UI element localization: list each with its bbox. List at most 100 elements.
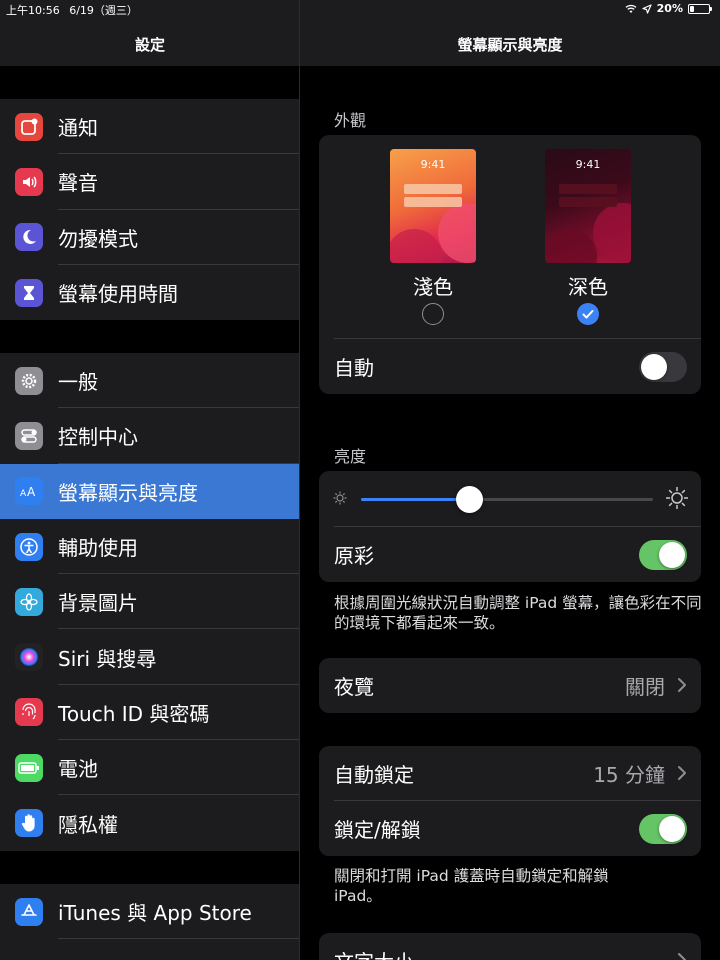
true-tone-footnote: 根據周圍光線狀況自動調整 iPad 螢幕，讓色彩在不同的環境下都看起來一致。 [334, 594, 702, 632]
automatic-appearance-toggle[interactable] [639, 351, 687, 382]
svg-text:A: A [20, 489, 27, 498]
brightness-slider-thumb[interactable] [456, 486, 484, 513]
app-store-icon [15, 897, 43, 926]
light-mode-thumbnail[interactable]: 9:41 [390, 149, 476, 263]
brightness-low-icon [333, 491, 347, 505]
chevron-right-icon [678, 678, 686, 692]
automatic-appearance-row: 自動 [319, 339, 701, 394]
sidebar-item-touch-id-passcode[interactable]: Touch ID 與密碼 [0, 685, 299, 741]
sidebar-item-battery[interactable]: 電池 [0, 740, 299, 796]
appearance-section-label: 外觀 [334, 111, 367, 130]
privacy-hand-icon [15, 809, 43, 838]
sidebar-item-control-center[interactable]: 控制中心 [0, 408, 299, 464]
sidebar-item-label: iTunes 與 App Store [58, 901, 252, 926]
appearance-picker: 9:41 9:41 淺色 深色 [319, 135, 701, 339]
checkmark-icon [582, 310, 594, 319]
true-tone-row: 原彩 [319, 527, 701, 582]
battery-icon [15, 753, 43, 782]
chevron-right-icon [678, 953, 686, 960]
night-shift-row[interactable]: 夜覽 關閉 [319, 658, 701, 713]
display-brightness-icon: AA [15, 477, 43, 506]
text-size-card: 文字大小 [319, 933, 701, 960]
sidebar-group-3: iTunes 與 App Store [0, 884, 299, 960]
sidebar-item-label: 通知 [58, 116, 98, 141]
brightness-card: 原彩 [319, 471, 701, 582]
night-shift-card: 夜覽 關閉 [319, 658, 701, 713]
auto-lock-label: 自動鎖定 [334, 763, 414, 787]
battery-percent: 20% [656, 2, 683, 15]
location-arrow-icon [642, 3, 652, 14]
dark-mode-thumbnail[interactable]: 9:41 [545, 149, 631, 263]
sounds-icon [15, 167, 43, 196]
screen-time-icon [15, 278, 43, 307]
settings-sidebar: 設定 通知 聲音 勿擾模式 螢幕使用時間 一般 控制中心 A A 螢幕顯示與亮度… [0, 0, 300, 960]
text-size-label: 文字大小 [334, 946, 414, 960]
lock-card: 自動鎖定 15 分鐘 鎖定/解鎖 [319, 746, 701, 856]
brightness-slider-row [319, 471, 701, 527]
control-center-icon [15, 421, 43, 450]
sidebar-item-screen-time[interactable]: 螢幕使用時間 [0, 265, 299, 320]
general-gear-icon [15, 366, 43, 395]
sidebar-item-label: 螢幕顯示與亮度 [58, 480, 198, 505]
true-tone-label: 原彩 [334, 544, 374, 568]
dark-mode-radio[interactable] [577, 303, 599, 325]
lock-footnote: 關閉和打開 iPad 護蓋時自動鎖定和解鎖 iPad。 [334, 867, 609, 905]
sidebar-item-label: 勿擾模式 [58, 226, 138, 251]
dark-thumb-time: 9:41 [575, 158, 601, 171]
sidebar-item-label: Touch ID 與密碼 [58, 701, 210, 726]
sidebar-item-general[interactable]: 一般 [0, 353, 299, 409]
sidebar-title: 設定 [134, 36, 165, 54]
sidebar-item-label: 隱私權 [58, 812, 118, 837]
dark-mode-label: 深色 [568, 275, 608, 299]
sidebar-item-siri-search[interactable]: Siri 與搜尋 [0, 629, 299, 685]
auto-lock-value: 15 分鐘 [593, 763, 665, 787]
sidebar-item-label: 輔助使用 [58, 536, 138, 561]
appearance-card: 9:41 9:41 淺色 深色 自動 [319, 135, 701, 394]
status-bar: 上午10:56 6/19（週三） 20% [0, 0, 720, 18]
sidebar-item-label: 背景圖片 [58, 591, 138, 616]
automatic-label: 自動 [334, 356, 374, 380]
sidebar-item-wallpaper[interactable]: 背景圖片 [0, 574, 299, 630]
display-brightness-panel: 螢幕顯示與亮度 外觀 9:41 9:41 淺色 深色 自動 亮度 原彩 根據周圍… [300, 0, 720, 960]
notifications-icon [15, 112, 43, 141]
sidebar-item-label: 螢幕使用時間 [58, 282, 178, 307]
lock-unlock-toggle[interactable] [639, 813, 687, 844]
light-mode-radio[interactable] [422, 303, 444, 325]
sidebar-item-notifications[interactable]: 通知 [0, 99, 299, 155]
status-time: 上午10:56 [6, 4, 60, 17]
sidebar-item-label: 控制中心 [58, 425, 138, 450]
light-thumb-time: 9:41 [420, 158, 446, 171]
sidebar-item-display-brightness[interactable]: AA 螢幕顯示與亮度 [0, 463, 299, 519]
sidebar-group-1: 通知 聲音 勿擾模式 螢幕使用時間 [0, 99, 299, 321]
sidebar-item-do-not-disturb[interactable]: 勿擾模式 [0, 210, 299, 265]
true-tone-toggle[interactable] [639, 539, 687, 570]
auto-lock-row[interactable]: 自動鎖定 15 分鐘 [319, 746, 701, 801]
brightness-high-icon [666, 487, 688, 509]
sidebar-item-itunes-app-store[interactable]: iTunes 與 App Store [0, 884, 299, 940]
sidebar-item-label: Siri 與搜尋 [58, 646, 157, 671]
sidebar-item-sounds[interactable]: 聲音 [0, 154, 299, 210]
brightness-slider[interactable] [361, 486, 653, 513]
chevron-right-icon [678, 766, 686, 780]
sidebar-item-privacy[interactable]: 隱私權 [0, 795, 299, 850]
wifi-icon [625, 4, 637, 13]
divider [58, 938, 299, 940]
text-size-row[interactable]: 文字大小 [319, 933, 701, 960]
wallpaper-icon [15, 587, 43, 616]
lock-unlock-label: 鎖定/解鎖 [334, 818, 421, 842]
accessibility-icon [15, 532, 43, 561]
status-date: 6/19（週三） [69, 4, 138, 17]
sidebar-item-label: 一般 [58, 370, 98, 395]
sidebar-item-accessibility[interactable]: 輔助使用 [0, 519, 299, 575]
page-title: 螢幕顯示與亮度 [457, 36, 563, 54]
status-right: 20% [625, 2, 712, 15]
status-left: 上午10:56 6/19（週三） [6, 2, 138, 18]
light-mode-label: 淺色 [413, 275, 453, 299]
toggle-knob [659, 541, 685, 568]
battery-indicator-icon [688, 3, 712, 14]
brightness-section-label: 亮度 [334, 447, 367, 466]
svg-text:A: A [27, 485, 36, 498]
night-shift-label: 夜覽 [334, 675, 374, 699]
toggle-knob [641, 353, 667, 380]
night-shift-value: 關閉 [625, 675, 665, 699]
